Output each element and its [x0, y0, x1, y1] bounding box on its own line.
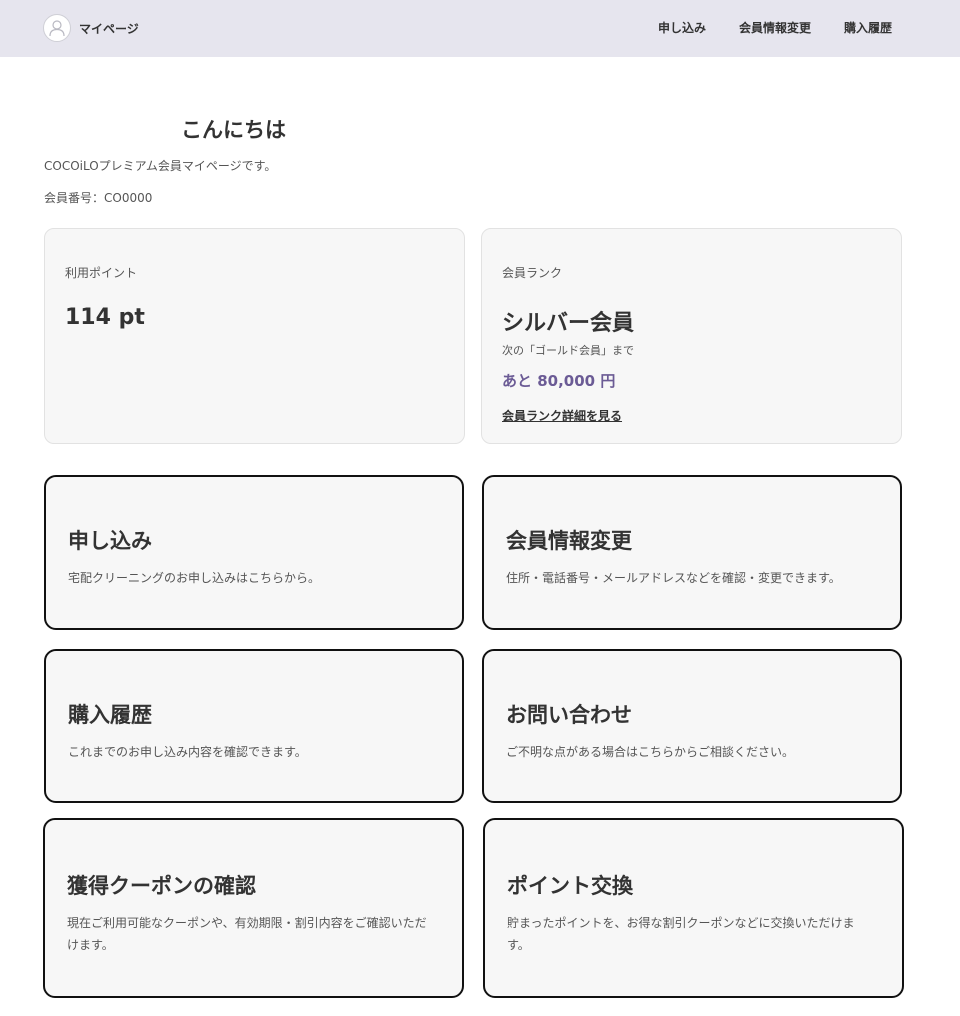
tile-title: 会員情報変更: [506, 529, 632, 553]
user-avatar-icon: [43, 14, 71, 42]
tile-title: 購入履歴: [68, 703, 152, 727]
tile-description: 現在ご利用可能なクーポンや、有効期限・割引内容をご確認いただけます。: [67, 916, 427, 952]
rank-label: 会員ランク: [502, 266, 563, 280]
nav-member-info[interactable]: 会員情報変更: [739, 19, 811, 36]
site-header: マイページ 申し込み 会員情報変更 購入履歴: [0, 0, 960, 57]
tile-description: 住所・電話番号・メールアドレスなどを確認・変更できます。: [506, 571, 841, 585]
mypage-link[interactable]: マイページ: [43, 13, 139, 43]
tile-title: 申し込み: [68, 529, 152, 553]
mypage-label: マイページ: [79, 21, 139, 36]
tile-member-info[interactable]: 会員情報変更 住所・電話番号・メールアドレスなどを確認・変更できます。: [482, 475, 902, 630]
tile-title: お問い合わせ: [506, 703, 632, 727]
nav-apply[interactable]: 申し込み: [658, 19, 706, 36]
tile-title: 獲得クーポンの確認: [67, 874, 256, 898]
tile-description: これまでのお申し込み内容を確認できます。: [68, 745, 307, 759]
rank-card: 会員ランク シルバー会員 次の「ゴールド会員」まで あと 80,000 円 会員…: [481, 228, 902, 444]
tile-coupons[interactable]: 獲得クーポンの確認 現在ご利用可能なクーポンや、有効期限・割引内容をご確認いただ…: [43, 818, 464, 998]
points-value: 114 pt: [65, 305, 145, 330]
tile-description: 宅配クリーニングのお申し込みはこちらから。: [68, 571, 321, 585]
intro-text: COCOiLOプレミアム会員マイページです。: [44, 159, 277, 173]
next-rank-text: 次の「ゴールド会員」まで: [502, 344, 634, 357]
tile-title: ポイント交換: [507, 874, 633, 898]
tile-description: 貯まったポイントを、お得な割引クーポンなどに交換いただけます。: [507, 916, 855, 952]
tile-purchase-history[interactable]: 購入履歴 これまでのお申し込み内容を確認できます。: [44, 649, 464, 803]
rank-value: シルバー会員: [502, 311, 635, 336]
rank-remaining-amount: あと 80,000 円: [502, 372, 616, 390]
tile-apply[interactable]: 申し込み 宅配クリーニングのお申し込みはこちらから。: [44, 475, 464, 630]
greeting-heading: こんにちは: [181, 118, 286, 142]
header-nav: 申し込み 会員情報変更 購入履歴: [625, 19, 892, 36]
tile-description: ご不明な点がある場合はこちらからご相談ください。: [506, 745, 795, 759]
tile-point-exchange[interactable]: ポイント交換 貯まったポイントを、お得な割引クーポンなどに交換いただけます。: [483, 818, 904, 998]
rank-detail-link[interactable]: 会員ランク詳細を見る: [502, 407, 622, 424]
member-number: 会員番号：CO0000: [44, 191, 153, 205]
nav-purchase-history[interactable]: 購入履歴: [844, 19, 892, 36]
tile-contact[interactable]: お問い合わせ ご不明な点がある場合はこちらからご相談ください。: [482, 649, 902, 803]
points-label: 利用ポイント: [65, 266, 138, 280]
points-card: 利用ポイント 114 pt: [44, 228, 465, 444]
